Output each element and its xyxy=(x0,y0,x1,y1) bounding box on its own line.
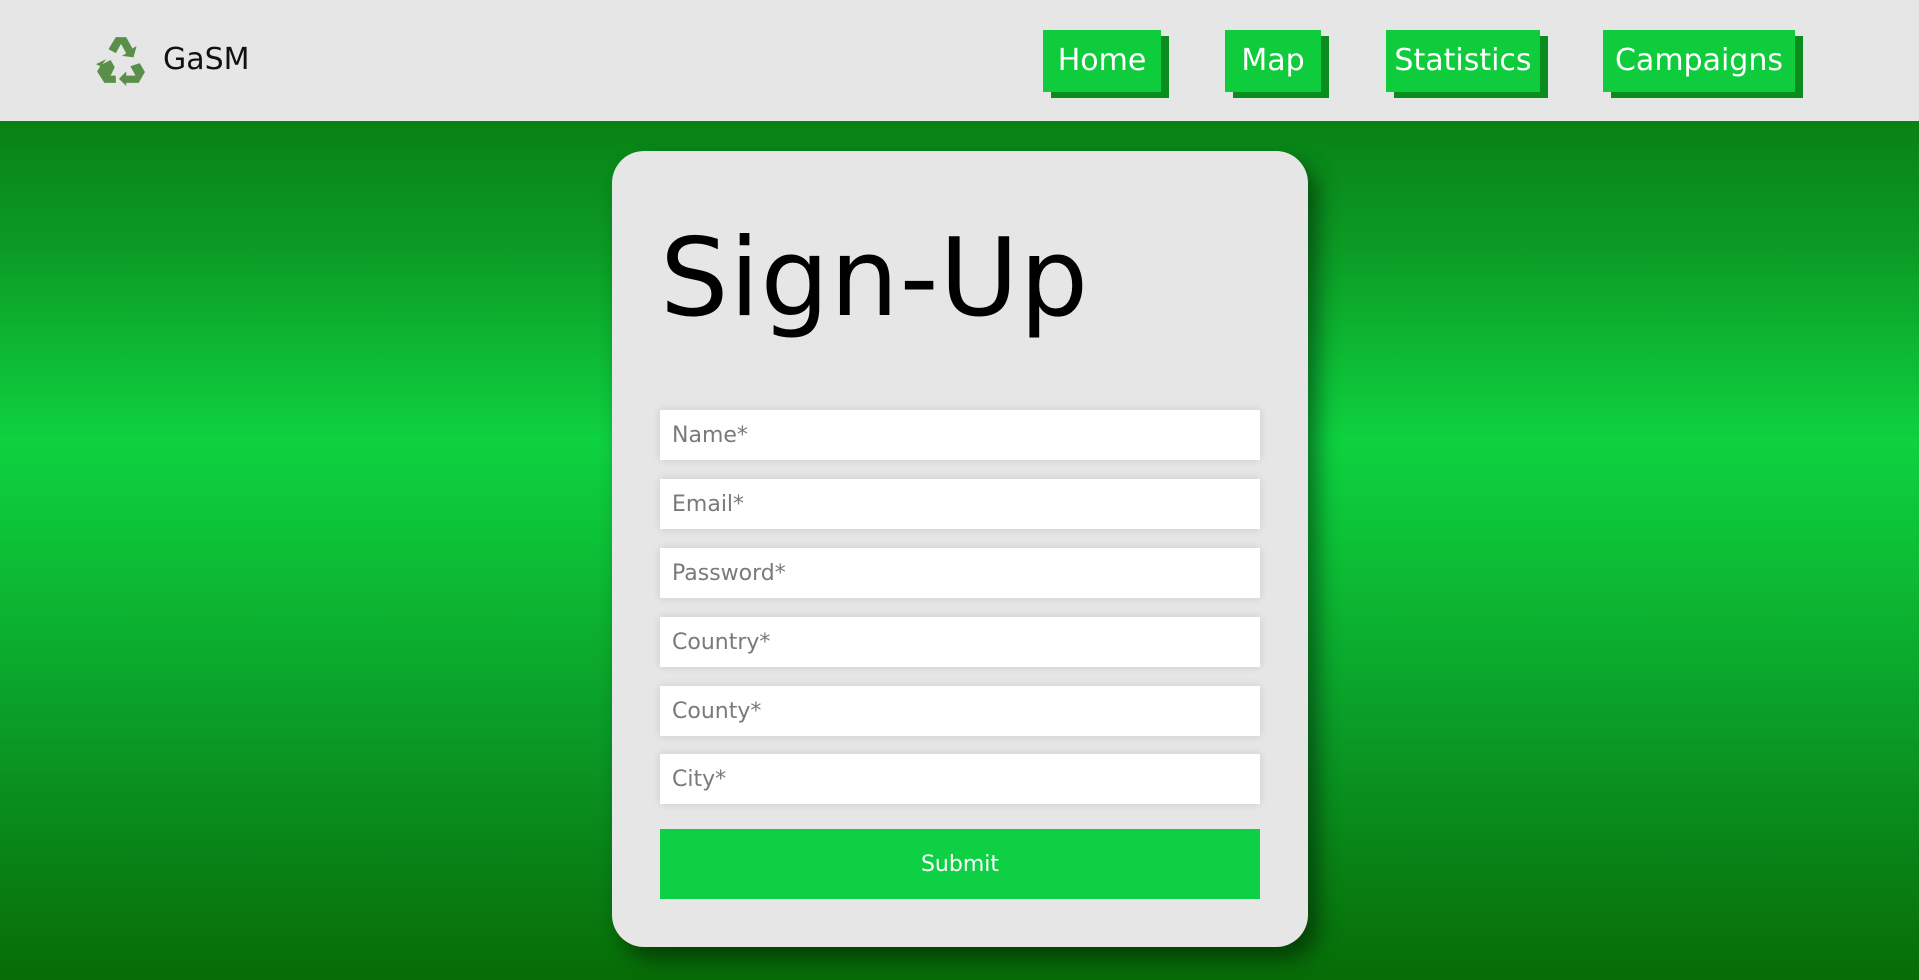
nav-campaigns-button[interactable]: Campaigns xyxy=(1603,30,1795,92)
name-field[interactable] xyxy=(660,410,1260,460)
page-title: Sign-Up xyxy=(660,216,1090,341)
email-field[interactable] xyxy=(660,479,1260,529)
nav-map-button[interactable]: Map xyxy=(1225,30,1321,92)
header-bar: GaSM Home Map Statistics Campaigns xyxy=(0,0,1919,121)
city-field[interactable] xyxy=(660,754,1260,804)
nav-statistics-button[interactable]: Statistics xyxy=(1386,30,1540,92)
submit-button[interactable]: Submit xyxy=(660,829,1260,899)
country-field[interactable] xyxy=(660,617,1260,667)
password-field[interactable] xyxy=(660,548,1260,598)
signup-card: Sign-Up Submit xyxy=(612,151,1308,947)
brand-name[interactable]: GaSM xyxy=(163,40,250,80)
county-field[interactable] xyxy=(660,686,1260,736)
recycle-icon[interactable] xyxy=(94,34,148,86)
nav-home-button[interactable]: Home xyxy=(1043,30,1161,92)
